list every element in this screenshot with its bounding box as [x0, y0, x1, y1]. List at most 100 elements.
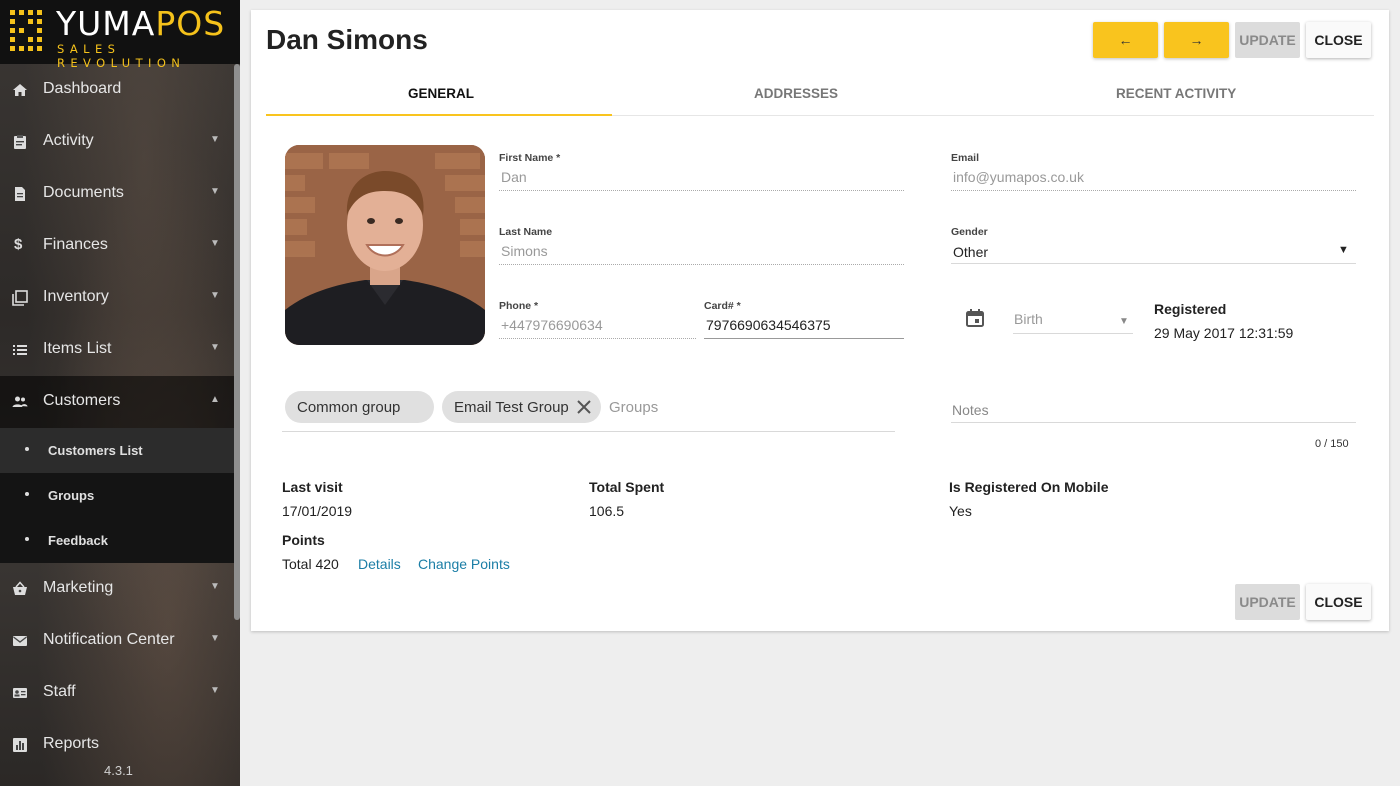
sidebar-item-activity[interactable]: Activity ▼ — [0, 116, 236, 168]
sidebar-item-dashboard[interactable]: Dashboard — [0, 64, 236, 116]
sidebar-item-label: Documents — [43, 184, 124, 201]
sidebar-item-finances[interactable]: $ Finances ▼ — [0, 220, 236, 272]
bullet — [25, 537, 29, 541]
close-button-top[interactable]: CLOSE — [1306, 22, 1371, 58]
update-button-bottom[interactable]: UPDATE — [1235, 584, 1300, 620]
sidebar-item-staff[interactable]: Staff ▼ — [0, 667, 236, 719]
points-label: Points — [282, 532, 325, 548]
sidebar-item-label: Notification Center — [43, 631, 175, 648]
phone-label: Phone * — [499, 300, 539, 312]
notes-underline — [951, 422, 1356, 423]
tab-recent-activity[interactable]: RECENT ACTIVITY — [1116, 86, 1236, 101]
gender-label: Gender — [951, 226, 988, 238]
sidebar-subitem-feedback[interactable]: Feedback — [0, 518, 236, 563]
chevron-down-icon: ▼ — [210, 186, 220, 197]
first-name-underline — [499, 190, 904, 191]
sidebar-item-customers[interactable]: Customers ▲ — [0, 376, 236, 428]
home-icon — [13, 84, 27, 96]
dollar-icon: $ — [14, 236, 23, 253]
sidebar: YUMAPOS SALES REVOLUTION Dashboard Activ… — [0, 0, 240, 786]
logo-grid-icon — [10, 10, 44, 52]
phone-input[interactable]: +447976690634 — [501, 317, 603, 333]
chart-icon — [13, 738, 27, 752]
details-link[interactable]: Details — [358, 556, 401, 572]
last-name-underline — [499, 264, 904, 265]
customers-submenu: Customers List Groups Feedback — [0, 428, 236, 563]
subitem-label: Customers List — [48, 443, 143, 458]
badge-icon — [13, 688, 27, 698]
first-name-label: First Name * — [499, 152, 561, 164]
document-icon — [15, 187, 25, 201]
birth-underline — [1013, 333, 1133, 334]
close-button-bottom[interactable]: CLOSE — [1306, 584, 1371, 620]
total-spent-label: Total Spent — [589, 479, 665, 495]
mobile-registered-label: Is Registered On Mobile — [949, 479, 1109, 495]
sidebar-item-label: Customers — [43, 392, 121, 409]
sidebar-item-label: Reports — [43, 735, 100, 752]
brand-name: YUMAPOS — [56, 4, 226, 43]
bullet — [25, 492, 29, 496]
registered-value: 29 May 2017 12:31:59 — [1154, 325, 1294, 341]
sidebar-item-notification-center[interactable]: Notification Center ▼ — [0, 615, 236, 667]
group-chip[interactable]: Common group — [285, 391, 434, 423]
arrow-left-icon: ← — [1118, 32, 1133, 48]
notes-input[interactable]: Notes — [952, 402, 989, 418]
sidebar-item-inventory[interactable]: Inventory ▼ — [0, 272, 236, 324]
calendar-icon[interactable] — [965, 308, 985, 328]
arrow-right-icon: → — [1189, 32, 1204, 48]
dropdown-arrow-icon[interactable]: ▼ — [1119, 316, 1129, 327]
card-underline — [704, 338, 904, 339]
tab-general[interactable]: GENERAL — [408, 86, 474, 101]
sidebar-item-label: Activity — [43, 132, 94, 149]
clipboard-icon — [14, 135, 26, 149]
update-button-top[interactable]: UPDATE — [1235, 22, 1300, 58]
first-name-input[interactable]: Dan — [501, 169, 527, 185]
email-input[interactable]: info@yumapos.co.uk — [953, 169, 1084, 185]
chevron-down-icon: ▼ — [210, 134, 220, 145]
sidebar-nav: Dashboard Activity ▼ Documents ▼ $ Finan… — [0, 64, 236, 771]
registered-label: Registered — [1154, 301, 1227, 317]
card-input[interactable]: 7976690634546375 — [706, 317, 831, 333]
bullet — [25, 447, 29, 451]
points-value: Total 420 — [282, 556, 339, 572]
customer-card: Dan Simons ← → UPDATE CLOSE GENERAL ADDR… — [251, 10, 1389, 631]
close-icon[interactable] — [576, 399, 592, 415]
basket-icon — [13, 581, 27, 595]
change-points-link[interactable]: Change Points — [418, 556, 510, 572]
sidebar-item-marketing[interactable]: Marketing ▼ — [0, 563, 236, 615]
last-name-label: Last Name — [499, 226, 553, 238]
phone-underline — [499, 338, 696, 339]
chevron-down-icon: ▼ — [210, 685, 220, 696]
tab-addresses[interactable]: ADDRESSES — [754, 86, 838, 101]
sidebar-item-label: Items List — [43, 340, 112, 357]
mail-icon — [13, 636, 27, 646]
sidebar-subitem-customers-list[interactable]: Customers List — [0, 428, 236, 473]
groups-input[interactable]: Groups — [609, 399, 658, 416]
chevron-up-icon: ▲ — [210, 394, 220, 405]
last-name-input[interactable]: Simons — [501, 243, 548, 259]
sidebar-item-label: Dashboard — [43, 80, 122, 97]
groups-underline — [282, 431, 895, 432]
gender-select[interactable]: Other — [953, 244, 988, 260]
birth-input[interactable]: Birth — [1014, 311, 1043, 327]
sidebar-item-items-list[interactable]: Items List ▼ — [0, 324, 236, 376]
sidebar-scrollbar[interactable] — [234, 64, 240, 620]
customer-photo[interactable] — [285, 145, 485, 345]
group-chip[interactable]: Email Test Group — [442, 391, 601, 423]
chevron-down-icon: ▼ — [210, 342, 220, 353]
sidebar-item-documents[interactable]: Documents ▼ — [0, 168, 236, 220]
last-visit-value: 17/01/2019 — [282, 503, 353, 519]
email-label: Email — [951, 152, 980, 164]
people-icon — [12, 396, 28, 407]
logo[interactable]: YUMAPOS SALES REVOLUTION — [0, 0, 240, 70]
gender-underline — [951, 263, 1356, 264]
page-title: Dan Simons — [266, 24, 428, 55]
mobile-registered-value: Yes — [949, 503, 972, 519]
sidebar-item-label: Marketing — [43, 579, 114, 596]
avatar — [285, 145, 485, 345]
card-label: Card# * — [704, 300, 741, 312]
next-button[interactable]: → — [1164, 22, 1229, 58]
dropdown-arrow-icon[interactable]: ▼ — [1338, 244, 1349, 256]
sidebar-subitem-groups[interactable]: Groups — [0, 473, 236, 518]
previous-button[interactable]: ← — [1093, 22, 1158, 58]
